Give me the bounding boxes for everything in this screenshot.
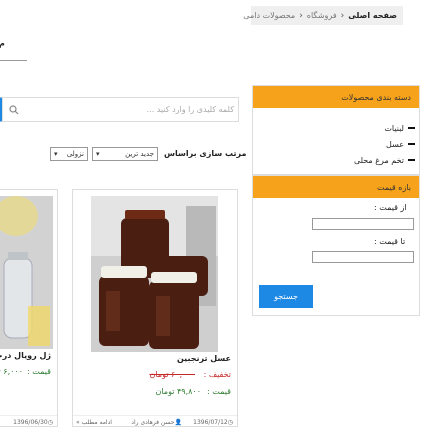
product-card[interactable]: عسل ترنجبین تخفیف : ۶۰,۰۰۰ تومان قیمت : … [73,189,239,427]
price-to-input[interactable] [313,251,415,263]
header-underline [0,60,28,61]
category-label: تخم مرغ محلی [354,155,405,165]
post-author: 👤حسن فرهادی راد [132,419,183,426]
price-to-label: تا قیمت : [375,237,407,246]
old-price: ۶۰,۰۰۰ تومان [150,370,196,379]
product-image[interactable] [0,196,54,349]
sort-order-select[interactable]: جدید ترین ▾ [93,147,159,161]
discount-label: تخفیف : [204,370,232,379]
product-image[interactable] [92,196,219,352]
price-range-title: بازه قیمت [378,182,412,192]
breadcrumb: صفحه اصلی ‹ فروشگاه ‹ محصولات دامی [244,6,404,25]
author-text: حسن فرهادی راد [132,419,176,426]
breadcrumb-shop[interactable]: فروشگاه [308,11,338,20]
categories-list: لبنیات عسل تخم مرغ محلی [254,108,420,168]
categories-title: دسته بندی محصولات [342,92,412,102]
product-name[interactable]: عسل ترنجبین [178,354,232,363]
header-partial-text: م [0,39,6,48]
price-from-input[interactable] [313,218,415,230]
product-card[interactable]: ژل رویال درجه یک قیمت : ۶,۰۰۰ تو ◷1396/0… [0,189,59,427]
sort-order-value: جدید ترین [126,150,155,158]
date-text: 1396/06/30 [14,419,49,426]
category-label: عسل [387,139,405,149]
category-item-dairy[interactable]: لبنیات [254,120,416,136]
search-input[interactable]: کلمه کلیدی را وارد کنید ... [26,105,239,114]
price-range-header: بازه قیمت [254,176,420,198]
categories-header: دسته بندی محصولات [254,86,420,108]
card-divider [0,415,58,416]
price-value: ۶,۰۰۰ تو [0,367,24,376]
price-from-label: از قیمت : [375,203,408,212]
price-search-button[interactable]: جستجو [260,285,314,308]
clock-icon: ◷ [228,419,234,426]
breadcrumb-home[interactable]: صفحه اصلی [349,11,398,20]
breadcrumb-current: محصولات دامی [244,11,297,20]
categories-box: دسته بندی محصولات لبنیات عسل تخم مرغ محل… [253,85,421,175]
dash-icon [409,143,416,145]
sort-type-value: نزولی [67,150,85,158]
dash-icon [409,127,416,129]
breadcrumb-separator-icon: ‹ [341,10,346,21]
search-icon[interactable] [3,98,26,121]
chevron-down-icon: ▾ [97,150,101,158]
chevron-down-icon: ▾ [55,150,59,158]
price-value: ۴۹,۸۰۰ تومان [156,387,202,396]
price-label: قیمت : [208,387,232,396]
sort-label: مرتب سازی براساس [165,149,248,158]
category-item-eggs[interactable]: تخم مرغ محلی [254,152,416,168]
search-box[interactable]: کلمه کلیدی را وارد کنید ... [0,97,240,122]
dash-icon [409,159,416,161]
post-date: ◷1396/06/30 [14,419,54,426]
read-more-link[interactable]: ادامه مطلب » [77,419,113,426]
breadcrumb-separator-icon: ‹ [300,10,304,21]
product-name[interactable]: ژل رویال درجه یک [0,351,52,360]
category-item-honey[interactable]: عسل [254,136,416,152]
card-divider [74,415,238,416]
price-label: قیمت : [28,367,52,376]
date-text: 1396/07/12 [194,419,229,426]
clock-icon: ◷ [48,419,54,426]
user-icon: 👤 [175,419,183,426]
post-date: ◷1396/07/12 [194,419,234,426]
sort-type-select[interactable]: نزولی ▾ [51,147,89,161]
category-label: لبنیات [385,123,405,133]
